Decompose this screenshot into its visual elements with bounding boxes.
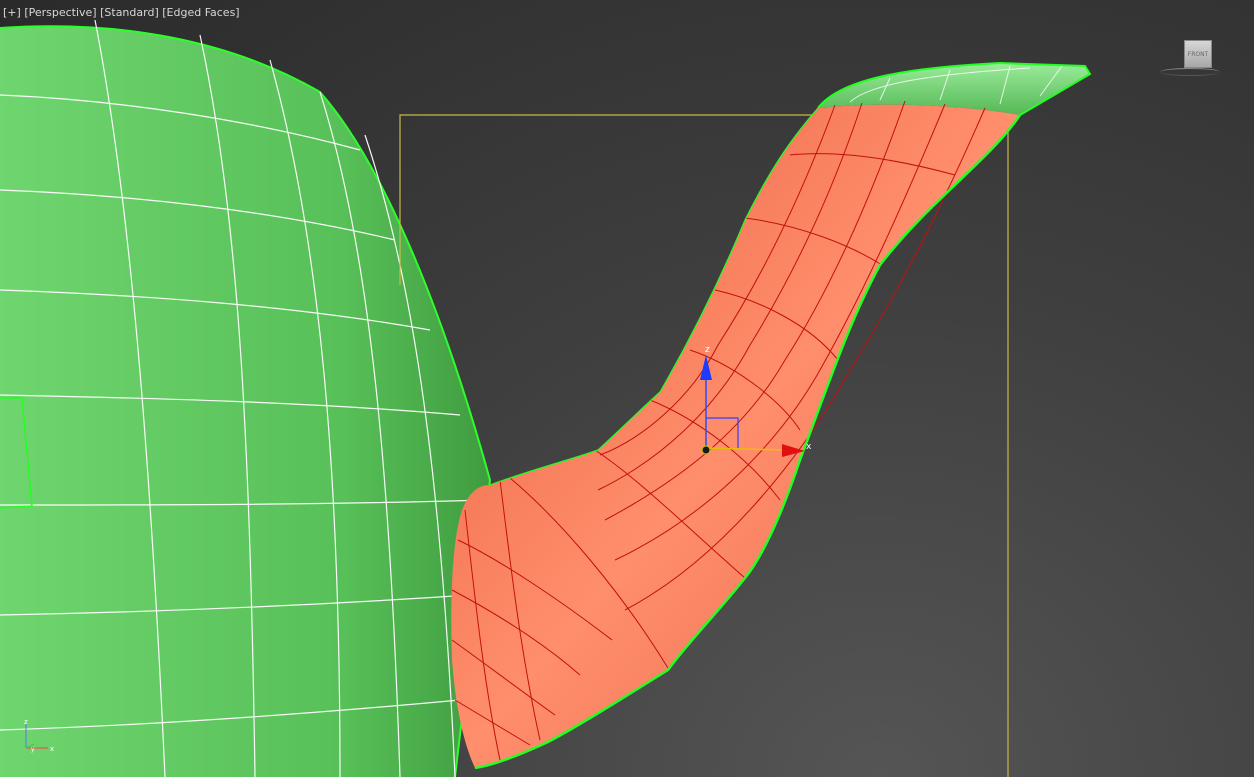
viewport-menu-plus[interactable]: [+] — [3, 6, 21, 19]
viewport-menu-mode[interactable]: [Edged Faces] — [162, 6, 239, 19]
teapot-spout-selected[interactable] — [451, 100, 1022, 770]
perspective-viewport[interactable]: z x [+] [Perspective] [Standard] [Edged … — [0, 0, 1254, 777]
tripod-z-label: z — [24, 718, 28, 726]
tripod-x-label: x — [50, 745, 54, 753]
teapot-body[interactable] — [0, 19, 492, 777]
viewport-menu-shading[interactable]: [Standard] — [100, 6, 159, 19]
gizmo-z-label: z — [705, 345, 710, 355]
viewcube-ring[interactable] — [1160, 68, 1220, 76]
viewcube-front-face[interactable]: FRONT — [1184, 40, 1212, 68]
tripod-y-label: y — [31, 746, 35, 753]
viewport-menu-view[interactable]: [Perspective] — [24, 6, 96, 19]
viewcube[interactable]: FRONT — [1160, 34, 1220, 78]
gizmo-x-label: x — [806, 442, 812, 452]
axis-tripod: z y x — [24, 718, 54, 753]
scene-canvas[interactable]: z x — [0, 0, 1254, 777]
viewport-label: [+] [Perspective] [Standard] [Edged Face… — [3, 6, 240, 19]
